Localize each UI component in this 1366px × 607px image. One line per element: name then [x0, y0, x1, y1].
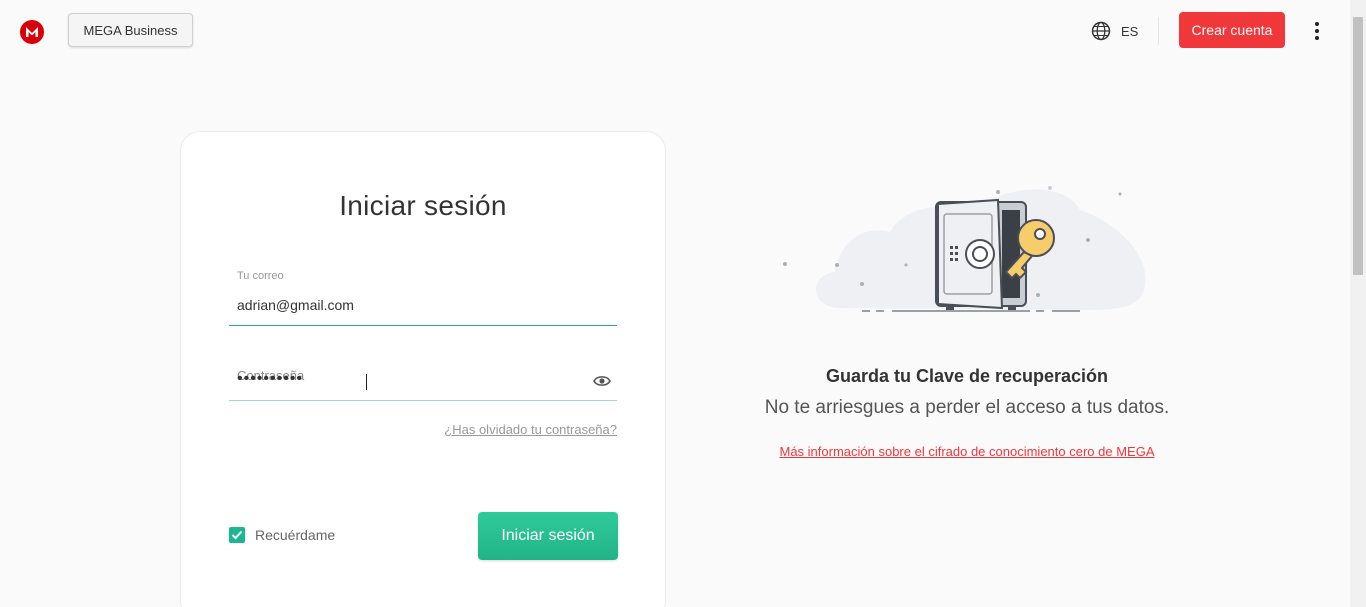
email-input[interactable]: [229, 294, 589, 316]
dial-outer: [965, 239, 995, 269]
recovery-key-subtitle: No te arriesgues a perder el acceso a tu…: [764, 397, 1170, 418]
dot: [783, 262, 787, 266]
dot: [835, 263, 839, 267]
scrollbar-thumb[interactable]: [1353, 17, 1363, 275]
forgot-password-link[interactable]: ¿Has olvidado tu contraseña?: [444, 422, 617, 437]
page-scrollbar[interactable]: [1350, 0, 1366, 607]
safe-interior: [1002, 210, 1020, 298]
create-account-button[interactable]: Crear cuenta: [1179, 12, 1285, 48]
checkmark-icon: [231, 530, 243, 540]
login-submit-button[interactable]: Iniciar sesión: [478, 512, 618, 560]
top-header: MEGA Business ES Crear cuenta: [0, 0, 1350, 60]
eye-icon[interactable]: [593, 374, 611, 388]
kebab-menu-icon[interactable]: [1306, 20, 1328, 42]
dot: [1036, 293, 1040, 297]
remember-label: Recuérdame: [255, 527, 336, 543]
mega-business-button[interactable]: MEGA Business: [68, 13, 193, 47]
zero-knowledge-info-link[interactable]: Más información sobre el cifrado de cono…: [700, 444, 1234, 459]
password-field: Contraseña ••••••••••: [229, 364, 617, 401]
dot: [860, 282, 864, 286]
login-title: Iniciar sesión: [339, 190, 507, 221]
language-code: ES: [1121, 23, 1139, 39]
globe-icon: [1091, 21, 1111, 41]
header-divider: [1158, 17, 1159, 45]
remember-me[interactable]: Recuérdame: [229, 527, 335, 543]
language-selector[interactable]: ES: [1091, 20, 1138, 42]
email-label: Tu correo: [237, 270, 284, 282]
mega-logo-glyph: [26, 27, 38, 37]
password-input[interactable]: ••••••••••: [229, 370, 589, 392]
dot: [1086, 238, 1090, 242]
remember-checkbox[interactable]: [229, 527, 245, 543]
text-caret: [366, 374, 367, 390]
mega-logo-icon[interactable]: [20, 20, 44, 44]
dot: [1048, 186, 1052, 190]
login-card: Iniciar sesión Tu correo Contraseña ••••…: [180, 131, 666, 607]
dot: [996, 190, 1000, 194]
safe-with-key-illustration: [783, 186, 1146, 312]
dot: [904, 263, 908, 267]
dot: [1118, 192, 1122, 196]
email-field: Tu correo: [229, 270, 617, 326]
recovery-key-title: Guarda tu Clave de recuperación: [825, 366, 1109, 386]
